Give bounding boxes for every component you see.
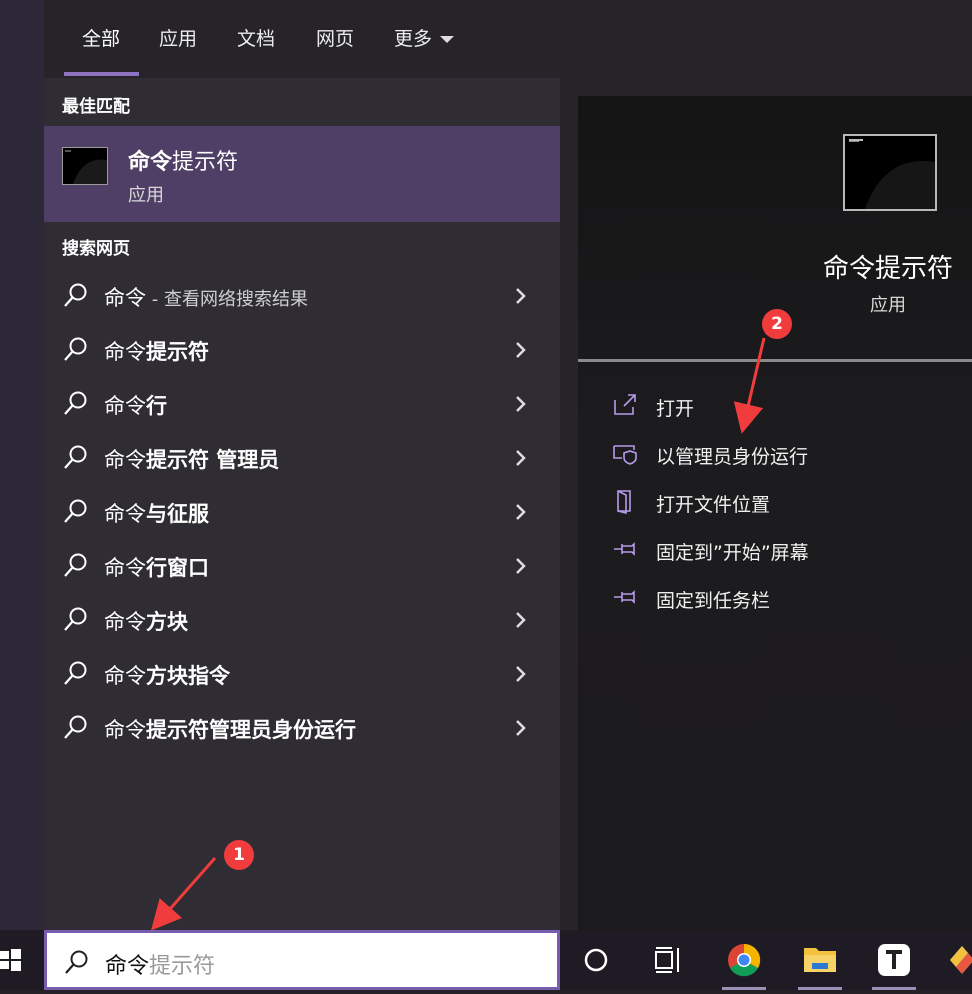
web-search-row[interactable]: 命令与征服 [44, 486, 560, 540]
action-open-file-location-label: 打开文件位置 [656, 494, 771, 516]
search-input-text: 命令提示符 [105, 948, 215, 980]
web-search-label: 命令行窗口 [104, 556, 209, 580]
action-pin-to-taskbar-label: 固定到任务栏 [656, 590, 771, 612]
caret-down-icon [440, 36, 455, 43]
tab-more-label: 更多 [394, 28, 433, 50]
action-pin-to-taskbar[interactable]: 固定到任务栏 [578, 578, 972, 618]
left-strip [0, 0, 44, 930]
search-icon [65, 950, 88, 974]
web-search-label: 命令 - 查看网络搜索结果 [104, 286, 308, 310]
windows-logo-icon [0, 949, 21, 971]
pin-icon [614, 542, 635, 556]
web-search-label: 命令提示符 管理员 [104, 448, 280, 472]
web-search-label: 命令与征服 [104, 502, 209, 526]
app-taskbar-item[interactable] [940, 930, 972, 990]
chevron-right-icon [516, 720, 526, 736]
web-search-label: 命令提示符管理员身份运行 [104, 718, 356, 742]
command-prompt-large-icon [843, 134, 937, 211]
action-open-file-location[interactable]: 打开文件位置 [578, 482, 972, 522]
web-search-row[interactable]: 命令提示符 管理员 [44, 432, 560, 486]
chevron-right-icon [516, 666, 526, 682]
web-search-row[interactable]: 命令提示符 [44, 324, 560, 378]
search-icon [64, 445, 87, 469]
results-list: 最佳匹配 命令提示符 应用 搜索网页 命令 - 查看网络搜索结果 命令提示符 命令行… [44, 78, 560, 930]
tab-documents[interactable]: 文档 [237, 24, 275, 51]
typora-icon [878, 944, 910, 976]
chevron-right-icon [516, 504, 526, 520]
preview-subtitle: 应用 [870, 295, 906, 316]
web-search-row[interactable]: 命令方块指令 [44, 648, 560, 702]
web-search-label: 命令方块指令 [104, 664, 230, 688]
search-icon [64, 391, 87, 415]
web-search-row[interactable]: 命令行窗口 [44, 540, 560, 594]
typora-taskbar-item[interactable] [866, 930, 922, 990]
tab-more[interactable]: 更多 [394, 24, 455, 51]
action-open[interactable]: 打开 [578, 386, 972, 426]
web-search-label: 命令提示符 [104, 340, 209, 364]
file-location-icon [617, 490, 631, 514]
active-tab-indicator [64, 72, 139, 76]
chevron-right-icon [516, 450, 526, 466]
shield-icon [613, 445, 637, 465]
chevron-right-icon [516, 612, 526, 628]
search-icon [64, 607, 87, 631]
task-view-button[interactable] [640, 930, 696, 990]
search-icon [64, 283, 87, 307]
preview-title: 命令提示符 [823, 254, 954, 284]
web-search-row[interactable]: 命令行 [44, 378, 560, 432]
cortana-circle-icon [584, 948, 608, 972]
web-search-label: 命令行 [104, 394, 167, 418]
open-icon [614, 394, 636, 415]
web-search-label: 命令方块 [104, 610, 188, 634]
best-match-heading: 最佳匹配 [62, 97, 130, 117]
best-match-item[interactable]: 命令提示符 应用 [44, 126, 560, 222]
file-explorer-taskbar-item[interactable] [792, 930, 848, 990]
tab-web[interactable]: 网页 [316, 24, 354, 51]
search-typed-text: 命令 [105, 954, 150, 979]
tab-apps[interactable]: 应用 [159, 24, 197, 51]
action-open-label: 打开 [656, 398, 695, 420]
task-view-icon [655, 947, 679, 973]
start-button[interactable] [0, 930, 44, 990]
action-run-as-admin-label: 以管理员身份运行 [656, 446, 809, 468]
web-search-row[interactable]: 命令 - 查看网络搜索结果 [44, 270, 560, 324]
best-match-subtitle: 应用 [128, 185, 164, 206]
folder-icon [804, 948, 836, 972]
pin-icon [614, 590, 635, 604]
chrome-icon [728, 943, 761, 977]
preview-pane: 命令提示符 应用 打开 以管理员身份运行 打开文件位置 固定到”开始”屏幕 固定… [578, 96, 972, 930]
search-icon [64, 553, 87, 577]
annotation-marker-2: 2 [762, 309, 792, 339]
web-search-heading: 搜索网页 [62, 239, 130, 259]
cortana-button[interactable] [568, 930, 624, 990]
search-icon [64, 337, 87, 361]
preview-divider [578, 359, 972, 362]
action-run-as-admin[interactable]: 以管理员身份运行 [578, 434, 972, 474]
tab-all[interactable]: 全部 [82, 24, 120, 51]
chrome-taskbar-item[interactable] [716, 930, 772, 990]
search-icon [64, 715, 87, 739]
taskbar: 命令提示符 [0, 930, 972, 990]
search-icon [64, 499, 87, 523]
search-autocomplete-text: 提示符 [149, 954, 216, 979]
action-pin-to-start-label: 固定到”开始”屏幕 [656, 542, 809, 564]
chevron-right-icon [516, 558, 526, 574]
best-match-title: 命令提示符 [128, 150, 239, 175]
action-pin-to-start[interactable]: 固定到”开始”屏幕 [578, 530, 972, 570]
web-search-row[interactable]: 命令提示符管理员身份运行 [44, 702, 560, 756]
chevron-right-icon [516, 342, 526, 358]
taskbar-search-box[interactable]: 命令提示符 [44, 930, 560, 990]
chevron-right-icon [516, 288, 526, 304]
annotation-marker-1: 1 [224, 840, 254, 870]
command-prompt-icon [62, 147, 108, 185]
web-search-row[interactable]: 命令方块 [44, 594, 560, 648]
filter-tabs: 全部 应用 文档 网页 更多 [44, 0, 972, 78]
chevron-right-icon [516, 396, 526, 412]
search-icon [64, 661, 87, 685]
app-diamond-icon [950, 946, 972, 974]
